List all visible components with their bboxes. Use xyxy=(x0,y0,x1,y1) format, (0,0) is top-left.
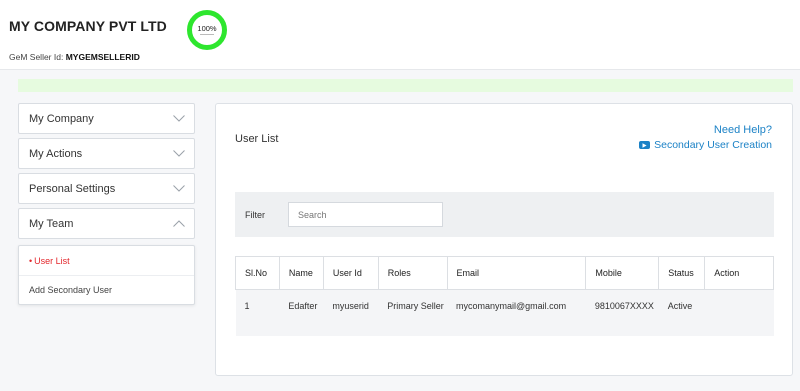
column-header: Email xyxy=(446,256,587,290)
notification-banner xyxy=(18,79,793,92)
seller-id-value: MYGEMSELLERID xyxy=(65,52,140,62)
column-header: Roles xyxy=(377,256,448,290)
progress-underline xyxy=(200,34,214,36)
profile-completion-value: 100% xyxy=(197,23,217,33)
cell-status: Active xyxy=(658,289,705,336)
cell-name: Edafter xyxy=(279,289,324,336)
video-play-icon xyxy=(639,141,651,149)
sidebar-item-label: My Actions xyxy=(29,147,83,160)
filter-bar: Filter xyxy=(235,192,774,237)
team-submenu: • User List Add Secondary User xyxy=(18,245,195,305)
sidebar-item-my-team[interactable]: My Team xyxy=(18,208,195,239)
active-bullet-icon: • xyxy=(29,255,33,266)
column-header: Sl.No xyxy=(235,256,280,290)
submenu-item-user-list[interactable]: • User List xyxy=(19,246,194,275)
chevron-up-icon xyxy=(173,218,185,230)
cell-sl-no: 1 xyxy=(235,289,280,336)
submenu-item-add-secondary-user[interactable]: Add Secondary User xyxy=(19,275,194,304)
cell-roles: Primary Seller xyxy=(378,289,448,336)
sidebar-item-my-actions[interactable]: My Actions xyxy=(18,138,195,169)
sidebar-item-label: My Team xyxy=(29,217,74,230)
panel-title: User List xyxy=(235,133,279,145)
user-list-panel: User List Need Help? Secondary User Crea… xyxy=(215,103,793,376)
sidebar-item-my-company[interactable]: My Company xyxy=(18,103,195,134)
table-header-row: Sl.No Name User Id Roles Email Mobile St… xyxy=(235,256,774,290)
cell-mobile: 9810067XXXX xyxy=(585,289,659,336)
search-input[interactable] xyxy=(288,202,443,227)
seller-id-line: GeM Seller Id: MYGEMSELLERID xyxy=(9,52,140,62)
user-table: Sl.No Name User Id Roles Email Mobile St… xyxy=(235,256,774,336)
cell-email: mycomanymail@gmail.com xyxy=(447,289,586,336)
sidebar-item-label: My Company xyxy=(29,112,94,125)
sidebar-item-label: Personal Settings xyxy=(29,182,116,195)
column-header: User Id xyxy=(322,256,379,290)
chevron-down-icon xyxy=(173,113,185,125)
column-header: Status xyxy=(658,256,706,290)
submenu-item-label: Add Secondary User xyxy=(29,285,113,295)
cell-action xyxy=(704,289,774,336)
page-header: MY COMPANY PVT LTD 100% GeM Seller Id: M… xyxy=(0,0,800,70)
profile-completion-indicator: 100% xyxy=(187,10,227,50)
help-link-label: Secondary User Creation xyxy=(654,139,772,151)
chevron-down-icon xyxy=(173,148,185,160)
chevron-down-icon xyxy=(173,183,185,195)
company-name: MY COMPANY PVT LTD xyxy=(9,18,167,34)
secondary-user-creation-link[interactable]: Secondary User Creation xyxy=(639,139,772,151)
sidebar: My Company My Actions Personal Settings … xyxy=(18,103,195,305)
filter-label: Filter xyxy=(245,210,265,220)
column-header: Mobile xyxy=(585,256,660,290)
submenu-item-label: User List xyxy=(34,255,70,266)
help-section: Need Help? Secondary User Creation xyxy=(639,124,772,151)
need-help-link[interactable]: Need Help? xyxy=(639,124,772,136)
table-row: 1 Edafter myuserid Primary Seller mycoma… xyxy=(235,289,774,336)
seller-id-label: GeM Seller Id: xyxy=(9,52,64,62)
cell-user-id: myuserid xyxy=(323,289,379,336)
column-header: Action xyxy=(704,256,774,290)
column-header: Name xyxy=(278,256,324,290)
sidebar-item-personal-settings[interactable]: Personal Settings xyxy=(18,173,195,204)
